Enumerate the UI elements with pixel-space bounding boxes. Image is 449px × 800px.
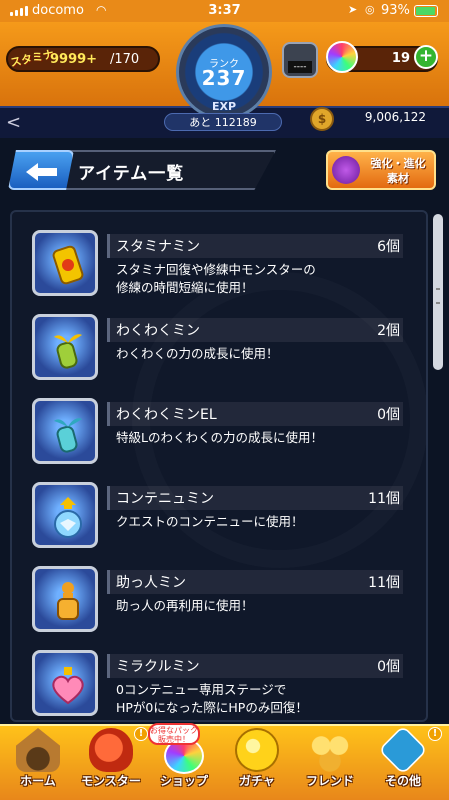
item-name-bar <box>107 402 403 426</box>
nav-label: ホーム <box>20 774 56 788</box>
gacha-icon <box>235 728 279 772</box>
item-name: わくわくミン <box>116 323 200 339</box>
evolve-materials-button[interactable]: 強化・進化 素材 <box>326 150 436 190</box>
exp-remaining: あと 112189 <box>189 116 257 129</box>
item-name: わくわくミンEL <box>116 407 217 423</box>
item-description: 特級Lのわくわくの力の成長に使用！ <box>116 430 323 445</box>
device-text: ---- <box>288 61 312 73</box>
list-item[interactable]: スタミナミン 6個 スタミナ回復や修練中モンスターの 修練の時間短縮に使用！ <box>32 230 410 302</box>
nav-other[interactable]: その他 <box>371 724 435 800</box>
can-icon <box>32 230 98 296</box>
coin-count: 9,006,122 <box>364 110 426 124</box>
item-count: 0個 <box>377 407 400 423</box>
list-item[interactable]: わくわくミンEL 0個 特級Lのわくわくの力の成長に使用！ <box>32 398 410 470</box>
nav-label: モンスター <box>81 774 141 788</box>
item-description: 0コンテニュー専用ステージで HPが0になった際にHPのみ回復！ <box>116 682 308 715</box>
rank-value: 237 <box>201 66 247 90</box>
item-name: コンテニュミン <box>116 491 214 507</box>
scrollbar-grip[interactable] <box>436 288 440 304</box>
sprout-bottle-el-icon <box>32 398 98 464</box>
nav-label: ガチャ <box>239 774 275 788</box>
item-count: 11個 <box>368 491 400 507</box>
battery-percent: 93% <box>381 3 410 18</box>
alert-mark: ! <box>432 728 438 739</box>
nav-gacha[interactable]: ガチャ <box>225 724 289 800</box>
nav-label: ショップ <box>159 774 208 788</box>
exp-label: EXP <box>211 100 237 113</box>
sprout-bottle-icon <box>32 314 98 380</box>
coin-icon: $ <box>310 107 334 131</box>
arrow-left-icon <box>26 163 57 181</box>
item-name: ミラクルミン <box>116 659 200 675</box>
list-item[interactable]: わくわくミン 2個 わくわくの力の成長に使用！ <box>32 314 410 386</box>
device-icon[interactable]: ---- <box>282 42 318 78</box>
battery-icon <box>414 5 438 17</box>
location-icon: ➤ <box>348 3 358 16</box>
page-title: アイテム一覧 <box>78 164 185 184</box>
item-count: 6個 <box>377 239 400 255</box>
evolve-orb-icon <box>332 156 360 184</box>
nav-home[interactable]: ホーム <box>6 724 70 800</box>
app-root: docomo ◠ 3:37 ➤ ◎ 93% スタミナ 9999+ /170 ラン… <box>0 0 449 800</box>
item-name: 助っ人ミン <box>116 575 186 591</box>
monster-icon <box>89 728 133 772</box>
nav-label: その他 <box>384 774 421 788</box>
friend-icon <box>308 728 352 772</box>
status-bar: docomo ◠ 3:37 ➤ ◎ 93% <box>0 0 449 22</box>
stamina-value: 9999+ <box>50 52 98 67</box>
list-item[interactable]: コンテニュミン 11個 クエストのコンテニューに使用！ <box>32 482 410 554</box>
nav-label: フレンド <box>305 774 354 788</box>
shop-sale-badge: お得なパック 販売中！ <box>148 723 200 745</box>
item-description: スタミナ回復や修練中モンスターの 修練の時間短縮に使用！ <box>116 262 316 295</box>
orb-gem-icon <box>326 41 358 73</box>
chevron-left-icon[interactable]: < <box>6 112 21 133</box>
potion-flask-icon <box>32 482 98 548</box>
helper-bottle-icon <box>32 566 98 632</box>
alert-icon: ! <box>428 727 442 741</box>
other-icon <box>378 725 428 775</box>
list-item[interactable]: 助っ人ミン 11個 助っ人の再利用に使用！ <box>32 566 410 638</box>
item-count: 11個 <box>368 575 400 591</box>
list-item[interactable]: ミラクルミン 0個 0コンテニュー専用ステージで HPが0になった際にHPのみ回… <box>32 650 410 720</box>
heart-bottle-icon <box>32 650 98 716</box>
alert-mark: ! <box>138 728 144 739</box>
gem-count: 19 <box>391 51 410 66</box>
rotation-lock-icon: ◎ <box>365 3 375 16</box>
item-list[interactable]: スタミナミン 6個 スタミナ回復や修練中モンスターの 修練の時間短縮に使用！ わ… <box>10 210 428 722</box>
home-icon <box>16 728 60 772</box>
item-description: わくわくの力の成長に使用！ <box>116 346 279 361</box>
stamina-max: /170 <box>110 52 140 67</box>
item-description: 助っ人の再利用に使用！ <box>116 598 254 613</box>
nav-friend[interactable]: フレンド <box>298 724 362 800</box>
item-name: スタミナミン <box>116 239 200 255</box>
buy-gems-button[interactable]: + <box>414 45 438 69</box>
item-count: 2個 <box>377 323 400 339</box>
evolve-materials-label: 強化・進化 素材 <box>370 157 426 185</box>
item-count: 0個 <box>377 659 400 675</box>
back-button[interactable] <box>8 150 74 190</box>
alert-icon: ! <box>134 727 148 741</box>
item-description: クエストのコンテニューに使用！ <box>116 514 304 529</box>
shop-sale-text: お得なパック 販売中！ <box>150 726 198 744</box>
